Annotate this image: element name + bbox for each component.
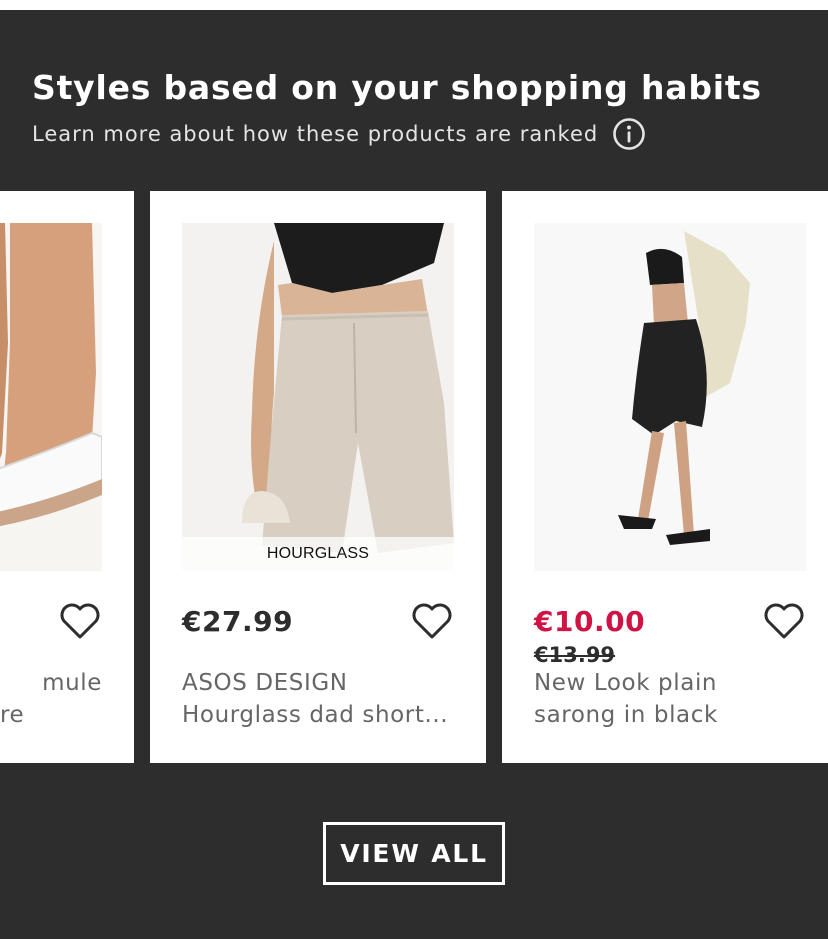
heart-outline-icon[interactable] <box>58 601 102 641</box>
recommendations-section: Styles based on your shopping habits Lea… <box>0 10 828 939</box>
product-image-graphic <box>182 223 454 571</box>
ranking-info-text[interactable]: Learn more about how these products are … <box>32 122 598 146</box>
product-name-line1[interactable]: ASOS DESIGN <box>182 667 454 699</box>
product-name-line2[interactable]: sarong in black <box>534 699 806 731</box>
product-image[interactable] <box>534 223 806 571</box>
product-image-graphic <box>534 223 806 571</box>
product-sale-price: €10.00 <box>534 605 646 638</box>
product-name-line1[interactable]: New Look plain <box>534 667 806 699</box>
ranking-info-link[interactable]: Learn more about how these products are … <box>32 117 646 151</box>
product-carousel[interactable]: mule re HOURGLASS €27.99 ASOS DESIGN Hou… <box>0 191 828 763</box>
product-card[interactable]: HOURGLASS €27.99 ASOS DESIGN Hourglass d… <box>150 191 486 763</box>
product-price: €27.99 <box>182 605 294 638</box>
product-card[interactable]: mule re <box>0 191 134 763</box>
product-image[interactable]: HOURGLASS <box>182 223 454 571</box>
brand-label: HOURGLASS <box>182 537 454 571</box>
product-name[interactable]: mule re <box>0 667 102 731</box>
section-title: Styles based on your shopping habits <box>32 68 762 107</box>
view-all-button[interactable]: VIEW ALL <box>323 822 505 885</box>
product-card[interactable]: €10.00 €13.99 New Look plain sarong in b… <box>502 191 828 763</box>
heart-outline-icon[interactable] <box>762 601 806 641</box>
product-name[interactable]: New Look plain sarong in black <box>534 667 806 731</box>
info-circle-icon[interactable] <box>612 117 646 151</box>
product-original-price: €13.99 <box>534 643 616 667</box>
product-name-line2[interactable]: re <box>0 699 102 731</box>
product-name[interactable]: ASOS DESIGN Hourglass dad short... <box>182 667 454 731</box>
product-name-line1[interactable]: mule <box>0 667 102 699</box>
product-image-graphic <box>0 223 102 571</box>
product-image[interactable] <box>0 223 102 571</box>
product-name-line2[interactable]: Hourglass dad short... <box>182 699 454 731</box>
heart-outline-icon[interactable] <box>410 601 454 641</box>
